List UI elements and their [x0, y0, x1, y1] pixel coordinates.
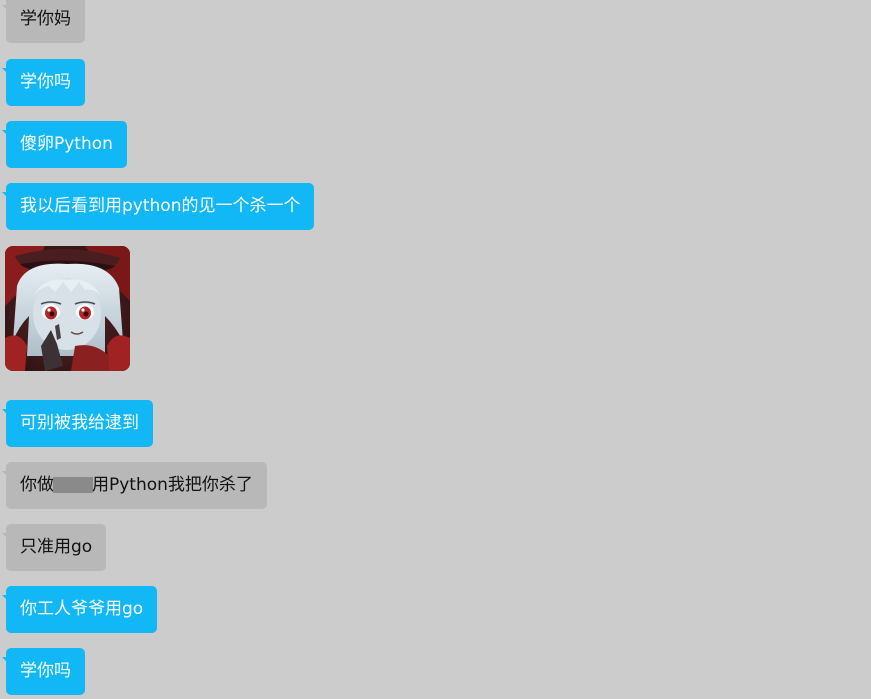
- bubble-tail: [2, 595, 10, 603]
- message-row: 可别被我给逮到: [2, 400, 153, 447]
- sticker-image[interactable]: [5, 246, 130, 371]
- bubble-tail: [2, 533, 10, 541]
- message-bubble[interactable]: 可别被我给逮到: [2, 400, 153, 447]
- message-bubble[interactable]: 学你吗: [2, 59, 85, 106]
- message-row: 傻卵Python: [2, 121, 127, 168]
- message-bubble[interactable]: 傻卵Python: [2, 121, 127, 168]
- message-text: 学你妈: [20, 9, 71, 29]
- message-bubble[interactable]: 只准用go: [2, 524, 107, 571]
- message-row: 学你吗: [2, 648, 85, 695]
- anime-girl-sticker-icon: [5, 246, 130, 371]
- message-bubble[interactable]: 我以后看到用python的见一个杀一个: [2, 183, 315, 230]
- message-text: 可别被我给逮到: [20, 413, 139, 433]
- redaction-block: [53, 477, 93, 493]
- message-row: 只准用go: [2, 524, 107, 571]
- message-text: 我以后看到用python的见一个杀一个: [20, 196, 301, 216]
- bubble-tail: [2, 130, 10, 138]
- message-bubble[interactable]: 学你妈: [2, 0, 85, 43]
- message-text-before: 你做: [20, 475, 54, 495]
- message-row: 学你妈: [2, 0, 85, 43]
- bubble-tail: [2, 471, 10, 479]
- message-row: 我以后看到用python的见一个杀一个: [2, 183, 315, 230]
- message-text: 你工人爷爷用go: [20, 599, 144, 619]
- message-text: 只准用go: [20, 537, 93, 557]
- message-row: 学你吗: [2, 59, 85, 106]
- message-text: 学你吗: [20, 72, 71, 92]
- message-bubble[interactable]: 你做 用Python我把你杀了: [2, 462, 267, 509]
- message-bubble[interactable]: 你工人爷爷用go: [2, 586, 158, 633]
- message-bubble[interactable]: 学你吗: [2, 648, 85, 695]
- bubble-tail: [2, 5, 10, 13]
- message-text: 学你吗: [20, 661, 71, 681]
- bubble-tail: [2, 192, 10, 200]
- message-text: 傻卵Python: [20, 134, 113, 154]
- message-row: 你工人爷爷用go: [2, 586, 158, 633]
- message-row: 你做 用Python我把你杀了: [2, 462, 267, 509]
- bubble-tail: [2, 68, 10, 76]
- bubble-tail: [2, 657, 10, 665]
- message-text-after: 用Python我把你杀了: [92, 475, 253, 495]
- bubble-tail: [2, 409, 10, 417]
- chat-message-list: 学你妈 学你吗 傻卵Python 我以后看到用python的见一个杀一个 可别被…: [0, 0, 871, 699]
